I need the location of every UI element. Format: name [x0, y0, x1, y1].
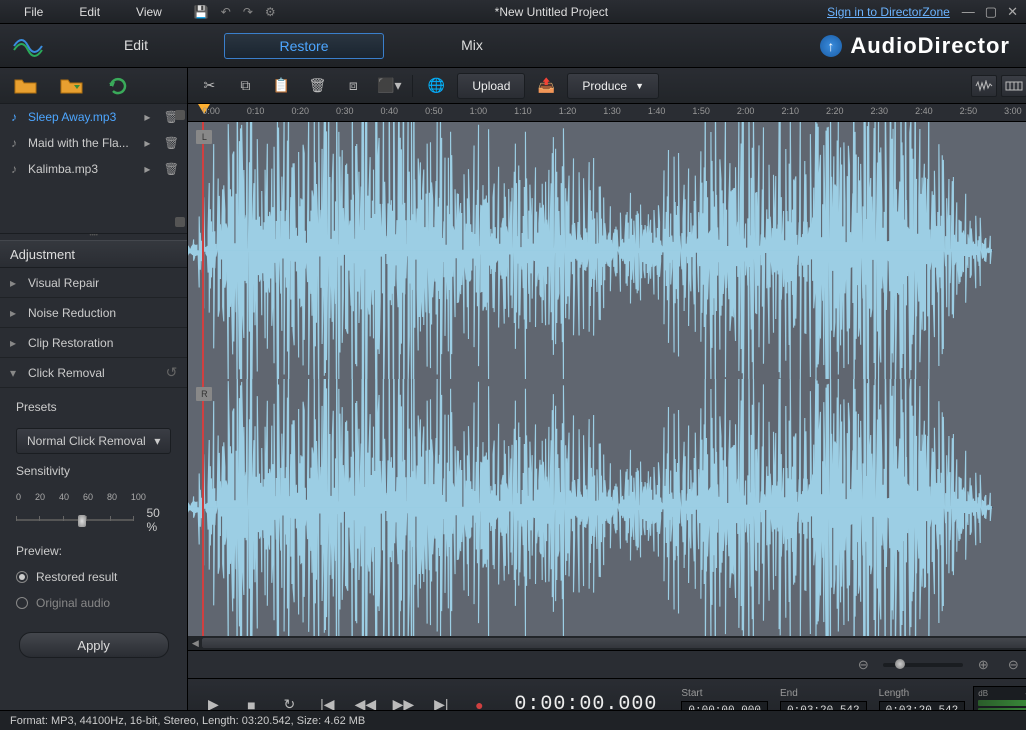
music-note-icon: ♪: [8, 110, 20, 124]
channel-right-badge: R: [196, 387, 212, 401]
redo-icon[interactable]: ↷: [243, 5, 253, 19]
track-list: ♪ Sleep Away.mp3 ▸ 🗑 ♪ Maid with the Fla…: [0, 104, 187, 234]
refresh-icon[interactable]: [104, 75, 132, 97]
zoom-in-h-icon[interactable]: ⊕: [973, 655, 993, 675]
track-item[interactable]: ♪ Sleep Away.mp3 ▸ 🗑: [0, 104, 187, 130]
app-logo: [0, 24, 56, 68]
copy-icon[interactable]: ⧉: [230, 73, 260, 99]
import-folder-icon[interactable]: [58, 75, 86, 97]
signin-link[interactable]: Sign in to DirectorZone: [827, 5, 950, 19]
radio-restored[interactable]: Restored result: [16, 570, 171, 584]
chevron-down-icon: ▾: [10, 366, 20, 380]
produce-button[interactable]: Produce▼: [567, 73, 659, 99]
track-name: Maid with the Fla...: [28, 136, 131, 150]
start-label: Start: [681, 688, 768, 699]
adj-click-removal[interactable]: ▾Click Removal↺: [0, 358, 187, 388]
sidebar-toolbar: [0, 68, 187, 104]
zoom-slider[interactable]: [883, 663, 963, 667]
brand-bar: Edit Restore Mix ↑ AudioDirector: [0, 24, 1026, 68]
chevron-right-icon: ▸: [10, 276, 20, 290]
chevron-right-icon: ▸: [10, 336, 20, 350]
menu-file[interactable]: File: [8, 2, 59, 22]
marker-dropdown-icon[interactable]: ⬛▾: [374, 73, 404, 99]
tab-mix[interactable]: Mix: [392, 29, 552, 63]
track-name: Kalimba.mp3: [28, 162, 131, 176]
sensitivity-scale: 020406080100: [16, 492, 146, 502]
minimize-button[interactable]: —: [962, 4, 975, 20]
chevron-down-icon: ▾: [154, 434, 160, 448]
zoom-out-v-icon[interactable]: ⊖: [1003, 655, 1023, 675]
crop-icon[interactable]: ⧈: [338, 73, 368, 99]
sidebar: ♪ Sleep Away.mp3 ▸ 🗑 ♪ Maid with the Fla…: [0, 68, 188, 730]
play-track-icon[interactable]: ▸: [139, 136, 155, 150]
length-label: Length: [879, 688, 966, 699]
channel-left-badge: L: [196, 130, 212, 144]
chevron-right-icon: ▸: [10, 306, 20, 320]
horizontal-scrollbar[interactable]: ◀ ▶: [188, 636, 1026, 650]
settings-icon[interactable]: ⚙: [265, 5, 276, 19]
waveform-view[interactable]: L R dB-3-6-12-18-∞-18-12-6-3-3-6-12-18-∞…: [188, 122, 1026, 636]
zoom-out-h-icon[interactable]: ⊖: [853, 655, 873, 675]
adj-clip-restoration[interactable]: ▸Clip Restoration: [0, 328, 187, 358]
radio-icon: [16, 571, 28, 583]
zoom-bar: ⊖ ⊕ ⊖ ⊕ ⛶: [188, 650, 1026, 678]
end-label: End: [780, 688, 867, 699]
delete-icon[interactable]: 🗑: [302, 73, 332, 99]
upload-cloud-icon: ↑: [820, 35, 842, 57]
menu-view[interactable]: View: [120, 2, 178, 22]
cut-icon[interactable]: ✂: [194, 73, 224, 99]
radio-original[interactable]: Original audio: [16, 596, 171, 610]
chevron-down-icon: ▼: [635, 81, 644, 91]
upload-button[interactable]: Upload: [457, 73, 525, 99]
adj-noise-reduction[interactable]: ▸Noise Reduction: [0, 298, 187, 328]
apply-button[interactable]: Apply: [19, 632, 169, 658]
sensitivity-value: 50 %: [146, 506, 171, 534]
tab-restore[interactable]: Restore: [224, 33, 384, 59]
sensitivity-label: Sensitivity: [16, 464, 171, 478]
music-note-icon: ♪: [8, 162, 20, 176]
track-item[interactable]: ♪ Kalimba.mp3 ▸ 🗑: [0, 156, 187, 182]
view-spectral-icon[interactable]: [1001, 75, 1026, 97]
project-title: *New Untitled Project: [276, 5, 827, 19]
sensitivity-slider[interactable]: [16, 515, 134, 525]
save-icon[interactable]: 💾: [194, 5, 209, 19]
preview-label: Preview:: [16, 544, 171, 558]
scroll-left-icon[interactable]: ◀: [188, 638, 202, 649]
view-waveform-icon[interactable]: [971, 75, 997, 97]
undo-icon[interactable]: ↶: [221, 5, 231, 19]
maximize-button[interactable]: ▢: [985, 4, 997, 20]
brand-name: ↑ AudioDirector: [820, 33, 1010, 59]
music-note-icon: ♪: [8, 136, 20, 150]
track-name: Sleep Away.mp3: [28, 110, 131, 124]
play-track-icon[interactable]: ▸: [139, 110, 155, 124]
globe-icon[interactable]: 🌐: [421, 73, 451, 99]
click-removal-panel: Presets Normal Click Removal▾ Sensitivit…: [0, 388, 187, 730]
main-toolbar: ✂ ⧉ 📋 🗑 ⧈ ⬛▾ 🌐 Upload 📤 Produce▼: [188, 68, 1026, 104]
presets-label: Presets: [16, 400, 171, 414]
tracklist-scrollbar[interactable]: [175, 108, 185, 229]
adjustment-header: Adjustment: [0, 240, 187, 268]
play-track-icon[interactable]: ▸: [139, 162, 155, 176]
radio-icon: [16, 597, 28, 609]
playhead-line[interactable]: [202, 122, 204, 636]
paste-icon[interactable]: 📋: [266, 73, 296, 99]
track-item[interactable]: ♪ Maid with the Fla... ▸ 🗑: [0, 130, 187, 156]
status-bar: Format: MP3, 44100Hz, 16-bit, Stereo, Le…: [0, 710, 1026, 730]
close-button[interactable]: ✕: [1007, 4, 1018, 20]
main-area: ✂ ⧉ 📋 🗑 ⧈ ⬛▾ 🌐 Upload 📤 Produce▼ 0:000:1…: [188, 68, 1026, 730]
preset-dropdown[interactable]: Normal Click Removal▾: [16, 428, 171, 454]
title-bar: File Edit View 💾 ↶ ↷ ⚙ *New Untitled Pro…: [0, 0, 1026, 24]
export-icon[interactable]: 📤: [531, 73, 561, 99]
reset-icon[interactable]: ↺: [166, 364, 178, 381]
open-folder-icon[interactable]: [12, 75, 40, 97]
menu-edit[interactable]: Edit: [63, 2, 116, 22]
adj-visual-repair[interactable]: ▸Visual Repair: [0, 268, 187, 298]
tab-edit[interactable]: Edit: [56, 29, 216, 63]
time-ruler[interactable]: 0:000:100:200:300:400:501:001:101:201:30…: [188, 104, 1026, 122]
